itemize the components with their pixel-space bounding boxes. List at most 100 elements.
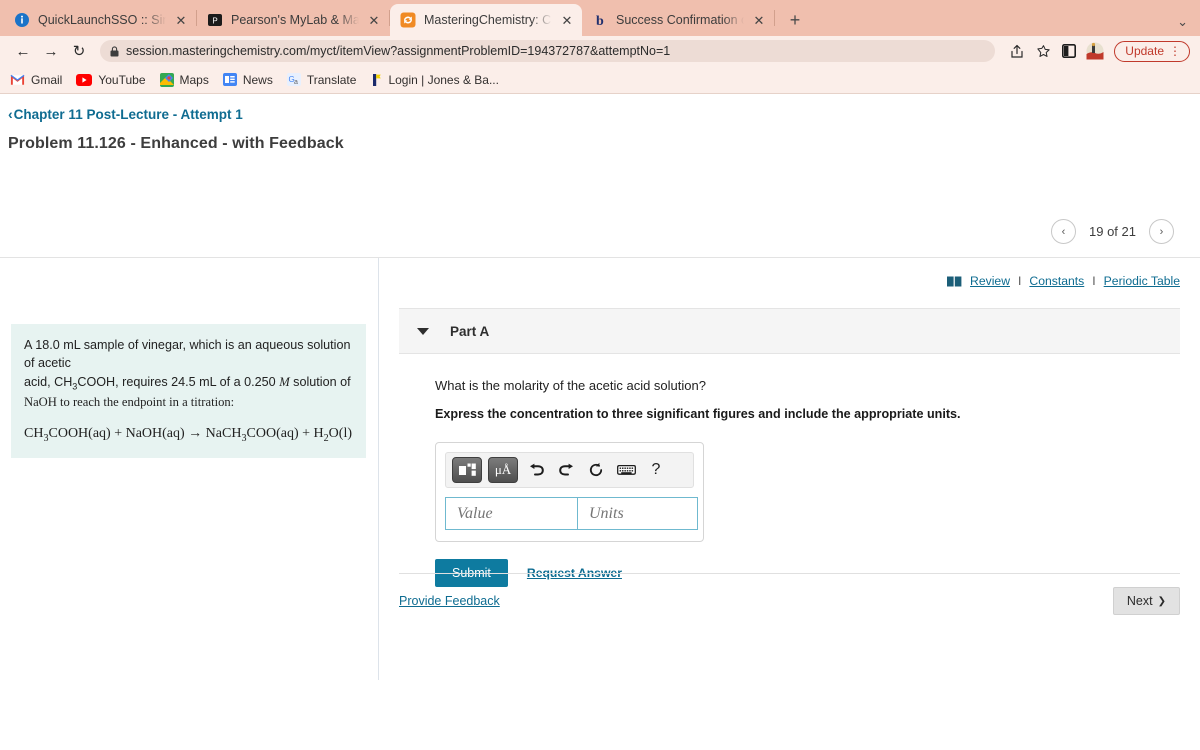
instruction-text: Express the concentration to three signi… bbox=[435, 407, 961, 421]
question-text: What is the molarity of the acetic acid … bbox=[435, 378, 706, 393]
template-chooser-button[interactable] bbox=[452, 457, 482, 483]
link-separator: I bbox=[1092, 274, 1096, 288]
units-input[interactable] bbox=[577, 497, 698, 530]
bookmark-youtube[interactable]: YouTube bbox=[76, 72, 146, 87]
tab-strip: QuickLaunchSSO :: Single Sign ✕ P Pearso… bbox=[0, 0, 1200, 36]
page-title: Problem 11.126 - Enhanced - with Feedbac… bbox=[8, 135, 344, 152]
next-button[interactable]: Next ❯ bbox=[1112, 587, 1180, 615]
sidepanel-icon[interactable] bbox=[1057, 40, 1081, 62]
footer-row: Provide Feedback Next ❯ bbox=[399, 573, 1180, 615]
problem-statement-panel: A 18.0 mL sample of vinegar, which is an… bbox=[0, 258, 379, 680]
pager-label: 19 of 21 bbox=[1089, 224, 1136, 239]
back-button[interactable]: ← bbox=[10, 39, 36, 63]
bookstore-b-icon: b bbox=[596, 14, 604, 28]
periodic-table-link[interactable]: Periodic Table bbox=[1104, 274, 1180, 288]
svg-text:a: a bbox=[294, 79, 298, 86]
keyboard-icon[interactable] bbox=[614, 458, 638, 482]
browser-tab[interactable]: QuickLaunchSSO :: Single Sign ✕ bbox=[4, 4, 196, 36]
bookmark-login[interactable]: Login | Jones & Ba... bbox=[370, 73, 499, 87]
tab-close-icon[interactable]: ✕ bbox=[560, 14, 574, 27]
content-area: A 18.0 mL sample of vinegar, which is an… bbox=[0, 258, 1200, 680]
problem-line-2a: acid, CH bbox=[24, 374, 73, 389]
next-button-label: Next bbox=[1126, 594, 1153, 608]
caret-down-icon[interactable] bbox=[417, 327, 429, 335]
maps-icon bbox=[159, 72, 174, 87]
reset-icon[interactable] bbox=[584, 458, 608, 482]
bookmark-label: Login | Jones & Ba... bbox=[388, 72, 499, 87]
browser-tab[interactable]: P Pearson's MyLab & Mastering - ✕ bbox=[197, 4, 389, 36]
bookmark-news[interactable]: News bbox=[222, 72, 273, 87]
tab-title: Success Confirmation of Quest bbox=[616, 13, 744, 27]
pager-next-button[interactable]: › bbox=[1149, 219, 1174, 244]
bookmark-maps[interactable]: Maps bbox=[159, 72, 209, 87]
bookmark-label: Translate bbox=[306, 72, 357, 87]
bookmarks-bar: Gmail YouTube Maps News Ga Translate Log… bbox=[0, 66, 1200, 94]
problem-line-2d: solution of bbox=[289, 374, 351, 389]
help-icon[interactable]: ? bbox=[644, 458, 668, 482]
lock-icon bbox=[110, 45, 119, 56]
tab-close-icon[interactable]: ✕ bbox=[367, 14, 381, 27]
bookmark-label: Gmail bbox=[31, 72, 63, 87]
problem-statement-box: A 18.0 mL sample of vinegar, which is an… bbox=[11, 324, 366, 459]
tab-title: QuickLaunchSSO :: Single Sign bbox=[38, 13, 166, 27]
bookmark-label: News bbox=[242, 72, 273, 87]
login-icon bbox=[373, 73, 382, 86]
browser-tab-active[interactable]: MasteringChemistry: Chapter 1 ✕ bbox=[390, 4, 582, 36]
tab-separator bbox=[774, 10, 775, 26]
browser-chrome: QuickLaunchSSO :: Single Sign ✕ P Pearso… bbox=[0, 0, 1200, 94]
book-icon bbox=[947, 276, 962, 286]
bookmark-star-icon[interactable] bbox=[1031, 40, 1055, 62]
pager-prev-button[interactable]: ‹ bbox=[1051, 219, 1076, 244]
undo-icon[interactable] bbox=[524, 458, 548, 482]
units-button[interactable]: μÅ bbox=[488, 457, 518, 483]
bookmark-gmail[interactable]: Gmail bbox=[10, 73, 62, 87]
chevron-right-icon: ❯ bbox=[1157, 595, 1166, 607]
breadcrumb[interactable]: ‹ Chapter 11 Post-Lecture - Attempt 1 bbox=[0, 94, 1200, 122]
address-bar[interactable]: session.masteringchemistry.com/myct/item… bbox=[100, 40, 996, 62]
bookmark-translate[interactable]: Ga Translate bbox=[286, 72, 357, 87]
problem-line-3: NaOH to reach the endpoint in a titratio… bbox=[24, 395, 235, 410]
redo-icon[interactable] bbox=[554, 458, 578, 482]
problem-line-2c: COOH, requires 24.5 mL of a 0.250 bbox=[77, 374, 280, 389]
problem-pager: ‹ 19 of 21 › bbox=[1051, 219, 1174, 244]
share-icon[interactable] bbox=[1005, 40, 1029, 62]
info-circle-icon bbox=[15, 13, 29, 27]
tab-list-chevron-icon[interactable]: ⌄ bbox=[1177, 14, 1188, 30]
template-chooser-icon bbox=[458, 463, 476, 476]
news-icon bbox=[222, 73, 237, 86]
svg-text:b: b bbox=[596, 14, 604, 28]
address-bar-url: session.masteringchemistry.com/myct/item… bbox=[126, 44, 671, 58]
youtube-icon bbox=[76, 73, 93, 86]
part-a-label: Part A bbox=[450, 323, 490, 339]
answer-fields bbox=[445, 497, 698, 530]
tab-close-icon[interactable]: ✕ bbox=[174, 14, 188, 27]
problem-line-1: A 18.0 mL sample of vinegar, which is an… bbox=[24, 338, 351, 371]
translate-icon: Ga bbox=[286, 73, 301, 86]
bookmark-label: Maps bbox=[179, 72, 209, 87]
browser-menu-icon[interactable]: ⋮ bbox=[1169, 45, 1181, 57]
page-content: ‹ Chapter 11 Post-Lecture - Attempt 1 Pr… bbox=[0, 94, 1200, 680]
new-tab-button[interactable]: + bbox=[781, 6, 809, 34]
problem-statement-text: A 18.0 mL sample of vinegar, which is an… bbox=[24, 336, 352, 411]
bookmark-label: YouTube bbox=[98, 72, 146, 87]
update-button[interactable]: Update ⋮ bbox=[1114, 40, 1190, 62]
profile-avatar-icon[interactable] bbox=[1083, 40, 1107, 62]
constants-link[interactable]: Constants bbox=[1029, 274, 1084, 288]
update-button-label: Update bbox=[1125, 44, 1164, 58]
reload-button[interactable]: ↻ bbox=[66, 39, 92, 63]
svg-text:P: P bbox=[212, 17, 217, 26]
review-link[interactable]: Review bbox=[970, 274, 1010, 288]
part-a-header[interactable]: Part A bbox=[399, 308, 1180, 354]
forward-button[interactable]: → bbox=[38, 39, 64, 63]
provide-feedback-link[interactable]: Provide Feedback bbox=[399, 594, 500, 608]
value-input[interactable] bbox=[445, 497, 577, 530]
browser-tab[interactable]: b Success Confirmation of Quest ✕ bbox=[582, 4, 774, 36]
answer-panel: Review I Constants I Periodic Table Part… bbox=[379, 258, 1200, 680]
pearson-icon: P bbox=[208, 14, 222, 26]
breadcrumb-label: Chapter 11 Post-Lecture - Attempt 1 bbox=[13, 106, 243, 122]
tab-close-icon[interactable]: ✕ bbox=[752, 14, 766, 27]
molarity-symbol: M bbox=[279, 374, 290, 389]
gmail-icon bbox=[10, 74, 25, 85]
answer-toolbar: μÅ ? bbox=[445, 452, 694, 488]
tab-title: MasteringChemistry: Chapter 1 bbox=[424, 13, 552, 27]
